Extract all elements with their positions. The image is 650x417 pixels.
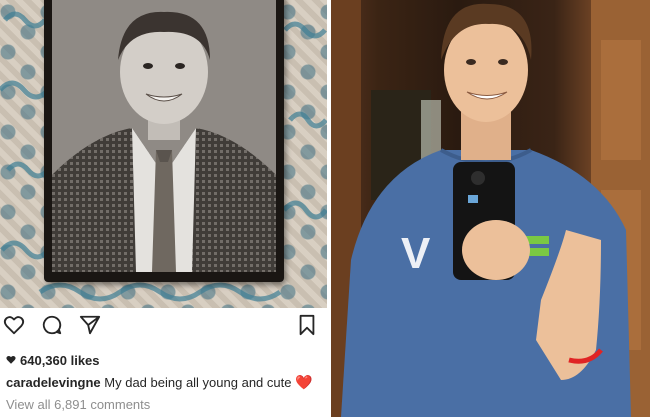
red-heart-emoji: ❤️ [295, 374, 313, 390]
post-caption: caradelevingne My dad being all young an… [6, 374, 326, 391]
heart-icon[interactable] [3, 314, 25, 336]
young-man-portrait [52, 0, 276, 272]
caption-text: My dad being all young and cute [104, 375, 292, 390]
caption-username[interactable]: caradelevingne [6, 375, 101, 390]
selfie-illustration: V [331, 0, 650, 417]
likes-text: 640,360 likes [20, 352, 100, 368]
post-action-bar [0, 308, 327, 342]
share-icon[interactable] [79, 314, 101, 336]
svg-text:V: V [401, 229, 431, 278]
comment-icon[interactable] [41, 314, 63, 336]
bookmark-icon[interactable] [296, 314, 318, 336]
post-photo[interactable] [0, 0, 327, 308]
view-comments-link[interactable]: View all 6,891 comments [6, 397, 150, 412]
instagram-post: 640,360 likes caradelevingne My dad bein… [0, 0, 327, 417]
vintage-photograph [44, 0, 284, 282]
mirror-selfie-photo: V [331, 0, 650, 417]
likes-count[interactable]: 640,360 likes [6, 351, 100, 369]
filled-heart-icon [6, 355, 16, 364]
